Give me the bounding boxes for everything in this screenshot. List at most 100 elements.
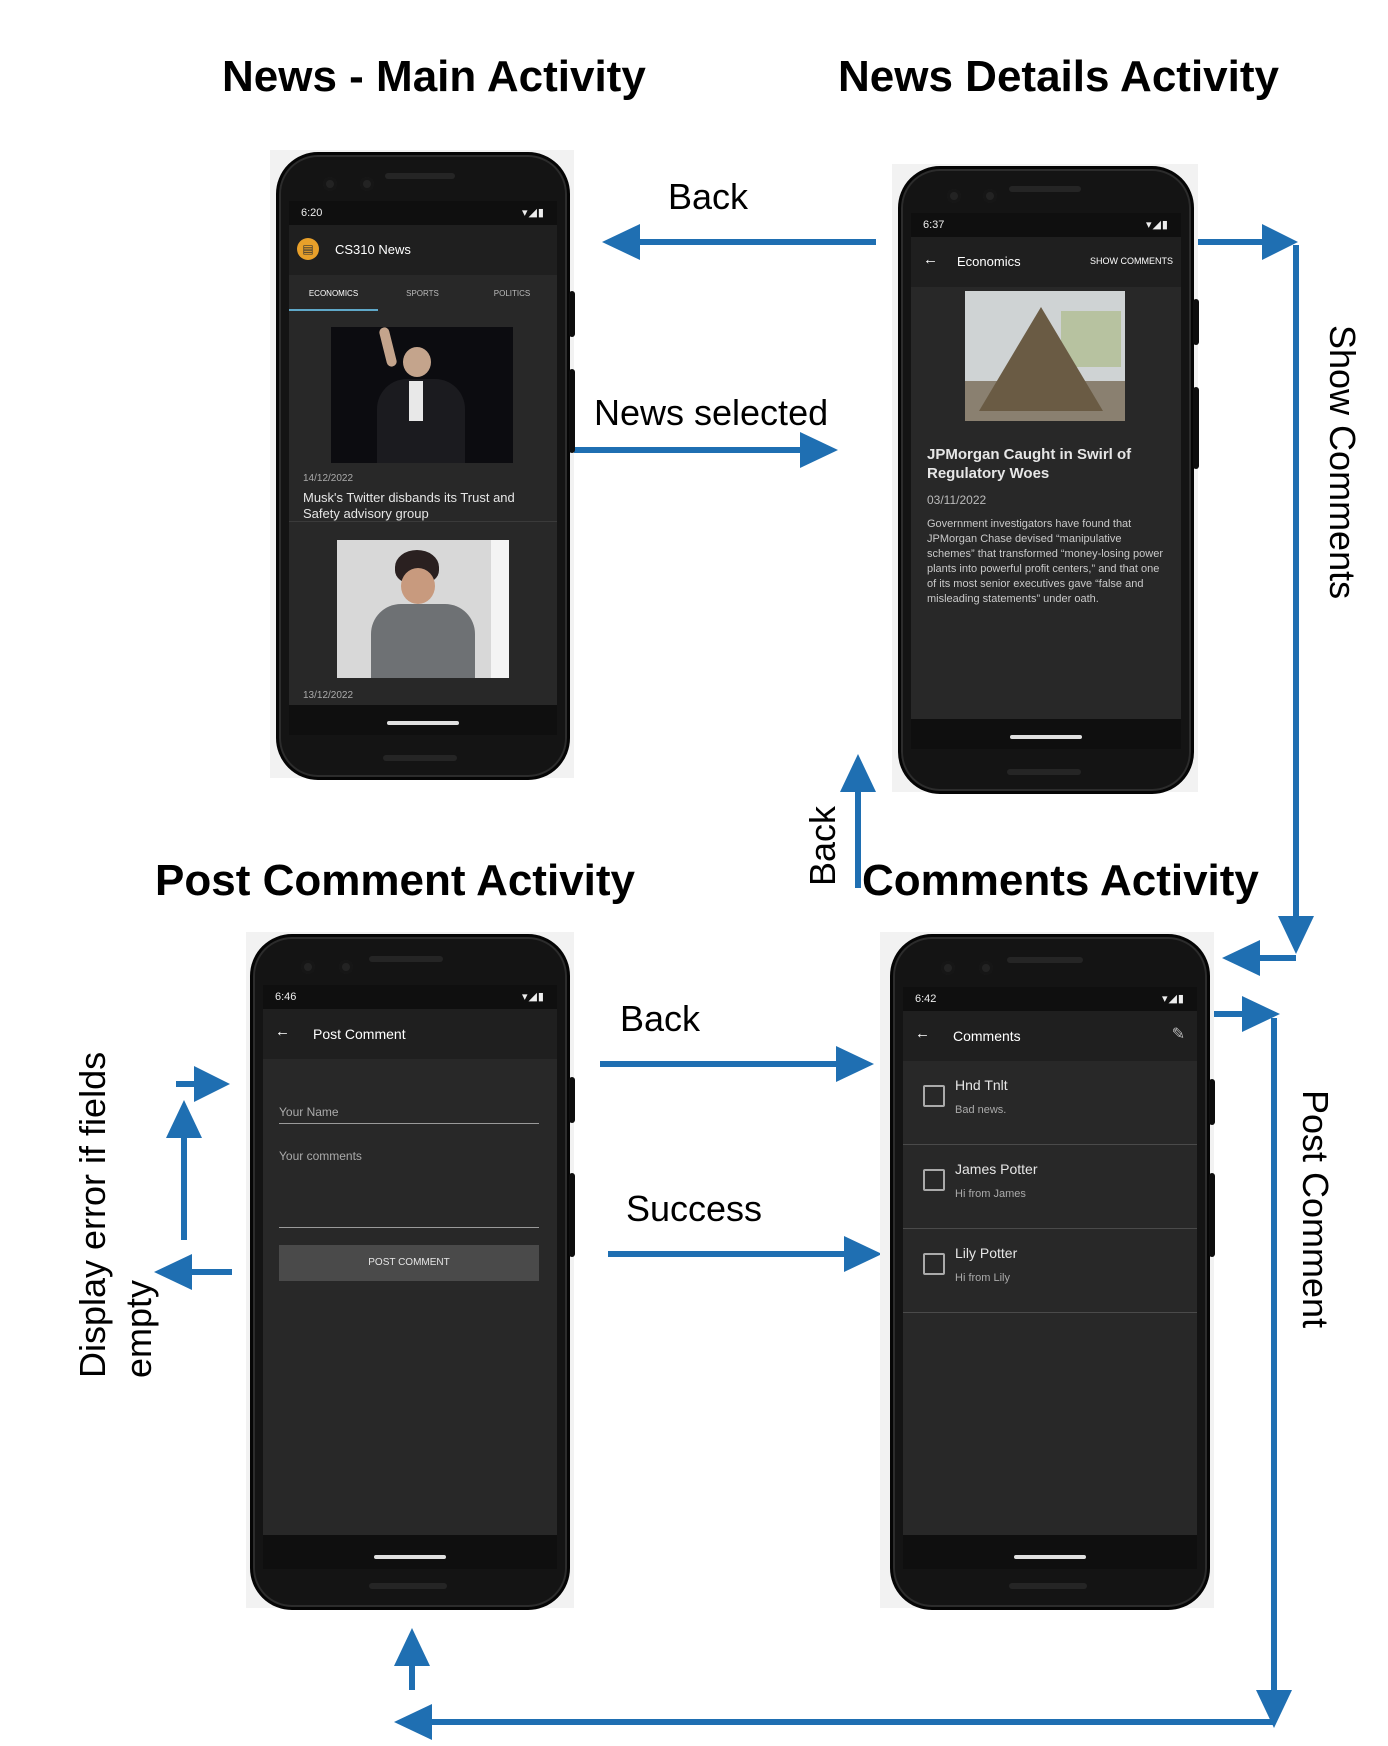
news-title: Musk's Twitter disbands its Trust and Sa… — [303, 490, 515, 521]
contact-card-icon — [923, 1085, 945, 1107]
arrow-back-top-head — [602, 224, 640, 260]
post-app-title: Post Comment — [313, 1026, 406, 1042]
news-image — [965, 291, 1125, 421]
comment-list-item[interactable]: James Potter Hi from James — [903, 1145, 1197, 1229]
status-bar: 6:37 ▾◢▮ — [911, 213, 1181, 237]
contact-card-icon — [923, 1169, 945, 1191]
back-arrow-icon[interactable]: ← — [923, 251, 938, 268]
arrow-show-comments-head-a — [1262, 224, 1298, 260]
pencil-icon[interactable]: ✎ — [1172, 1024, 1185, 1044]
news-list-item[interactable]: 14/12/2022 Musk's Twitter disbands its T… — [289, 315, 557, 522]
details-headline: JPMorgan Caught in Swirl of Regulatory W… — [927, 446, 1132, 482]
camera-icon — [301, 960, 315, 974]
home-indicator[interactable] — [1010, 735, 1082, 739]
status-bar: 6:42 ▾◢▮ — [903, 987, 1197, 1011]
side-button — [569, 369, 575, 453]
status-time: 6:20 — [301, 207, 323, 219]
main-phone: 6:20 ▾◢▮ ▤ CS310 News ECONOMICS SPORTS P… — [276, 152, 575, 780]
comment-text: Bad news. — [955, 1104, 1007, 1116]
details-body: Government investigators have found that… — [927, 518, 1163, 605]
speaker-grille — [385, 173, 455, 179]
details-date: 03/11/2022 — [927, 493, 987, 507]
home-indicator[interactable] — [374, 1555, 446, 1559]
back-arrow-icon[interactable]: ← — [275, 1023, 290, 1040]
post-comment-button[interactable]: POST COMMENT — [279, 1245, 539, 1281]
name-input[interactable]: Your Name — [279, 1097, 539, 1124]
camera-icon — [979, 961, 993, 975]
nav-bar — [903, 1535, 1197, 1569]
side-button — [1209, 1173, 1215, 1257]
news-image — [337, 540, 509, 678]
speaker-grille — [1007, 957, 1083, 963]
comment-author: James Potter — [955, 1161, 1038, 1177]
main-app-title: CS310 News — [335, 242, 411, 257]
camera-icon — [323, 177, 337, 191]
news-list-item[interactable]: 13/12/2022 — [289, 522, 557, 705]
comment-list-item[interactable]: Hnd Tnlt Bad news. — [903, 1061, 1197, 1145]
post-screen: 6:46 ▾◢▮ ← Post Comment Your Name Your c… — [263, 985, 557, 1569]
comments-input[interactable]: Your comments — [279, 1143, 539, 1228]
camera-icon — [360, 177, 374, 191]
comments-phone: 6:42 ▾◢▮ ← Comments ✎ Hnd Tnlt Bad news.… — [890, 934, 1215, 1610]
bottom-speaker — [1007, 769, 1081, 775]
details-phone: 6:37 ▾◢▮ ← Economics SHOW COMMENTS JPMor… — [898, 166, 1199, 794]
post-phone: 6:46 ▾◢▮ ← Post Comment Your Name Your c… — [250, 934, 575, 1610]
comment-author: Lily Potter — [955, 1245, 1018, 1261]
name-input-placeholder: Your Name — [279, 1105, 339, 1119]
status-icons: ▾◢▮ — [521, 207, 545, 219]
tab-indicator — [289, 309, 378, 311]
side-button — [569, 1173, 575, 1257]
arrow-show-comments-head-b — [1278, 916, 1314, 954]
comments-input-placeholder: Your comments — [279, 1149, 362, 1163]
side-button — [569, 1077, 575, 1123]
comments-app-bar: ← Comments ✎ — [903, 1011, 1197, 1061]
bottom-speaker — [1009, 1583, 1087, 1589]
status-icons: ▾◢▮ — [521, 991, 545, 1003]
comment-author: Hnd Tnlt — [955, 1077, 1008, 1093]
contact-card-icon — [923, 1253, 945, 1275]
camera-icon — [339, 960, 353, 974]
side-button — [1209, 1079, 1215, 1125]
comment-text: Hi from Lily — [955, 1272, 1011, 1284]
camera-icon — [983, 189, 997, 203]
news-image — [331, 327, 513, 463]
back-arrow-icon[interactable]: ← — [915, 1025, 930, 1042]
tab-economics[interactable]: ECONOMICS — [289, 289, 378, 298]
arrow-back-middle-head — [840, 754, 876, 792]
news-logo-icon: ▤ — [297, 238, 319, 260]
home-indicator[interactable] — [387, 721, 459, 725]
status-icons: ▾◢▮ — [1161, 993, 1185, 1005]
main-app-bar: ▤ CS310 News — [289, 225, 557, 275]
arrow-error-in-head — [194, 1066, 230, 1102]
speaker-grille — [1009, 186, 1081, 192]
comments-screen: 6:42 ▾◢▮ ← Comments ✎ Hnd Tnlt Bad news.… — [903, 987, 1197, 1569]
side-button — [1193, 387, 1199, 469]
tab-politics[interactable]: POLITICS — [467, 289, 557, 298]
show-comments-button[interactable]: SHOW COMMENTS — [1090, 256, 1173, 266]
arrow-post-comment-head-c — [394, 1704, 432, 1740]
comment-list-item[interactable]: Lily Potter Hi from Lily — [903, 1229, 1197, 1313]
arrow-post-comment-head-d — [394, 1628, 430, 1666]
arrow-news-selected-head — [800, 432, 838, 468]
nav-bar — [289, 705, 557, 735]
speaker-grille — [369, 956, 443, 962]
home-indicator[interactable] — [1014, 1555, 1086, 1559]
arrow-back-bottom-head — [836, 1046, 874, 1082]
nav-bar — [263, 1535, 557, 1569]
tab-row: ECONOMICS SPORTS POLITICS — [289, 275, 557, 315]
tab-sports[interactable]: SPORTS — [378, 289, 467, 298]
details-screen: 6:37 ▾◢▮ ← Economics SHOW COMMENTS JPMor… — [911, 213, 1181, 749]
status-time: 6:46 — [275, 991, 297, 1003]
details-app-bar: ← Economics SHOW COMMENTS — [911, 237, 1181, 287]
arrow-success-head — [844, 1236, 882, 1272]
news-date: 13/12/2022 — [303, 690, 354, 701]
arrow-error-out-head — [154, 1254, 192, 1290]
post-app-bar: ← Post Comment — [263, 1009, 557, 1059]
camera-icon — [947, 189, 961, 203]
comments-app-title: Comments — [953, 1028, 1021, 1044]
status-icons: ▾◢▮ — [1145, 219, 1169, 231]
comment-text: Hi from James — [955, 1188, 1026, 1200]
bottom-speaker — [383, 755, 457, 761]
status-bar: 6:46 ▾◢▮ — [263, 985, 557, 1009]
arrow-show-comments-head-c — [1222, 940, 1260, 976]
